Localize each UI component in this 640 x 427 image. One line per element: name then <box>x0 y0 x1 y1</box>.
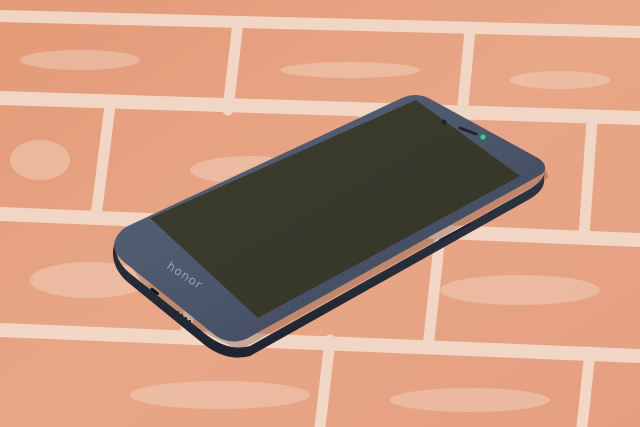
notification-led <box>480 134 486 140</box>
front-camera <box>441 119 447 125</box>
photo-scene: honor <box>0 0 640 427</box>
photo-canvas: honor <box>0 0 640 427</box>
